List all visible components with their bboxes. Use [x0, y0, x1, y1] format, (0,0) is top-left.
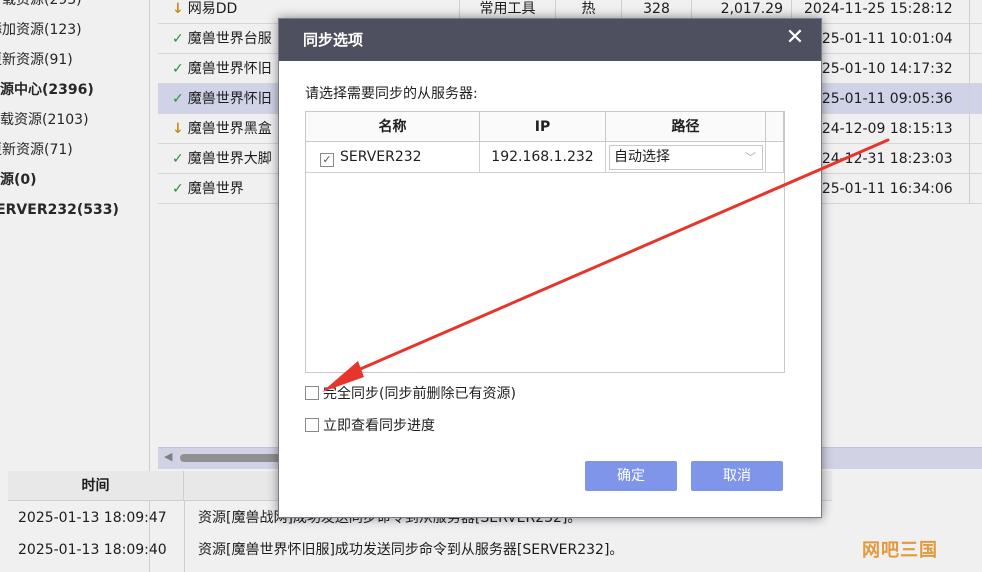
ok-button[interactable]: 确定 — [585, 461, 677, 491]
full-sync-checkbox[interactable] — [305, 386, 319, 400]
server-name-cell[interactable]: ✓ SERVER232 — [306, 142, 480, 173]
server-ip: 192.168.1.232 — [480, 142, 606, 173]
view-progress-label: 立即查看同步进度 — [323, 418, 435, 434]
column-header-path[interactable]: 路径 — [606, 112, 766, 142]
server-table: 名称 IP 路径 ✓ SERVER232 192.168.1.232 自动选择 ﹀ — [305, 111, 785, 373]
view-progress-checkbox[interactable] — [305, 418, 319, 432]
column-header-spacer — [766, 112, 784, 142]
path-select-value: 自动选择 — [614, 149, 670, 165]
server-name: SERVER232 — [340, 149, 422, 165]
path-select[interactable]: 自动选择 ﹀ — [609, 145, 763, 170]
sync-options-dialog: 同步选项 ✕ 请选择需要同步的从服务器: 名称 IP 路径 ✓ SERVER232… — [278, 18, 822, 518]
dialog-title: 同步选项 — [303, 31, 364, 49]
full-sync-option[interactable]: 完全同步(同步前删除已有资源) — [305, 383, 516, 405]
full-sync-label: 完全同步(同步前删除已有资源) — [323, 386, 516, 402]
cancel-button[interactable]: 取消 — [691, 461, 783, 491]
server-spacer-cell — [766, 142, 784, 173]
view-progress-option[interactable]: 立即查看同步进度 — [305, 415, 435, 437]
dialog-prompt: 请选择需要同步的从服务器: — [305, 86, 478, 102]
server-path-cell: 自动选择 ﹀ — [606, 142, 766, 173]
dialog-title-bar[interactable]: 同步选项 ✕ — [279, 19, 821, 61]
server-checkbox[interactable]: ✓ — [320, 153, 334, 167]
close-icon[interactable]: ✕ — [783, 24, 807, 52]
column-header-ip[interactable]: IP — [480, 112, 606, 142]
column-header-name[interactable]: 名称 — [306, 112, 480, 142]
chevron-down-icon: ﹀ — [745, 151, 756, 164]
